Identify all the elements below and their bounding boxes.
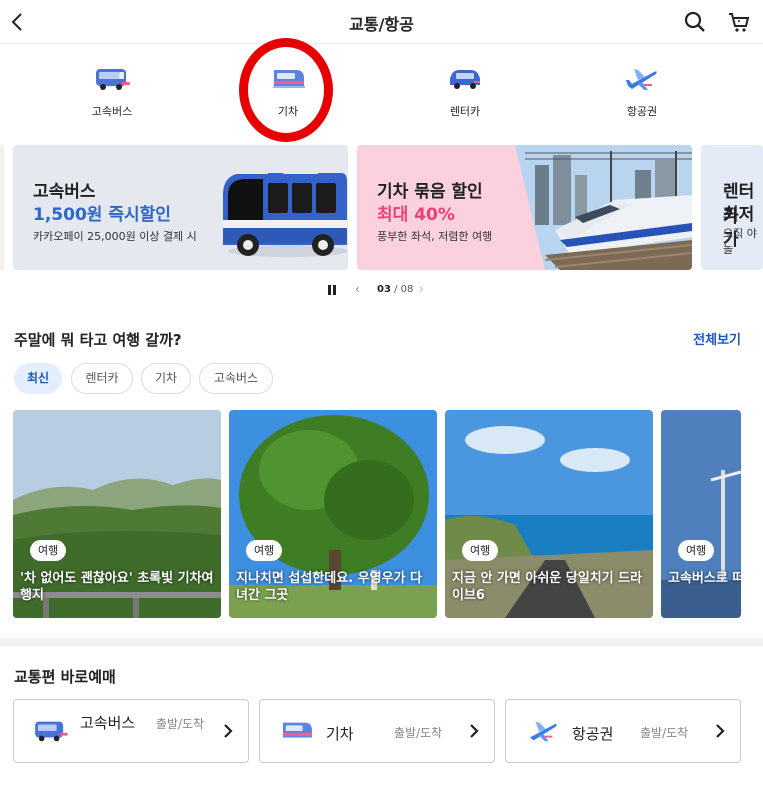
quick-booking-train[interactable]: 기차 출발/도착 [259,699,495,763]
quick-booking-name: 기차 [326,725,354,743]
search-icon[interactable] [683,10,707,34]
header: 교통/항공 [0,0,763,44]
banner-description: 카카오페이 25,000원 이상 결제 시 [33,230,197,243]
category-label: 기차 [277,105,299,118]
banner-edge-left [0,145,4,270]
airplane-icon [626,69,657,90]
banner-description: 풍부한 좌석, 저렴한 여행 [377,230,493,243]
category-rental-car[interactable]: 렌터카 [420,64,510,122]
train-photo [515,145,692,270]
banner-title: 고속버스 [33,182,96,202]
chevron-right-icon[interactable]: › [419,282,424,296]
article-card[interactable]: 여행 '차 없어도 괜찮아요' 초록빛 기차여행지 [13,410,221,618]
banner-highlight: 1,500원 즉시할인 [33,205,171,225]
article-card[interactable]: 여행 지나치면 섭섭한데요. 우영우가 다녀간 그곳 [229,410,437,618]
category-airplane[interactable]: 항공권 [597,64,687,122]
pager-total: 08 [400,284,414,295]
category-label: 항공권 [626,105,658,118]
chevron-right-icon [716,724,725,738]
banner-rental-car[interactable]: 렌터카 최저가 오직 야놀 [701,145,763,270]
pager-count: 03 / 08 [377,284,413,295]
chevron-right-icon [224,724,233,738]
quick-booking-bus[interactable]: 고속버스 출발/도착 [13,699,249,763]
category-label: 렌터카 [449,105,481,118]
card-title: 지나치면 섭섭한데요. 우영우가 다녀간 그곳 [236,571,422,603]
train-icon [273,70,305,88]
card-tag: 여행 [678,540,715,561]
banner-highlight: 최대 40% [377,205,455,225]
banner-title: 기차 묶음 할인 [377,182,483,202]
card-tag: 여행 [462,540,499,561]
bus-icon [96,69,130,90]
card-tag: 여행 [246,540,283,561]
quick-booking-name: 항공권 [572,725,614,743]
rental-car-icon [450,70,480,89]
section-divider [0,638,763,646]
article-card[interactable]: 여행 지금 안 가면 아쉬운 당일치기 드라이브6 [445,410,653,618]
banner-description: 오직 야놀 [723,227,757,256]
card-title: 지금 안 가면 아쉬운 당일치기 드라이브6 [452,571,643,603]
cart-icon[interactable] [727,10,751,34]
chip-latest[interactable]: 최신 [14,363,62,394]
card-title: 고속버스로 떠나는 여름 여행지 [668,571,741,586]
banner-bus[interactable]: 고속버스 1,500원 즉시할인 카카오페이 25,000원 이상 결제 시 [13,145,348,270]
quick-booking-sub: 출발/도착 [155,717,205,731]
category-train[interactable]: 기차 [243,64,333,122]
category-label: 고속버스 [91,105,133,118]
category-bus[interactable]: 고속버스 [67,64,157,122]
page-title: 교통/항공 [349,15,414,34]
airplane-icon [529,721,557,742]
quick-booking-sub: 출발/도착 [640,726,689,740]
chevron-left-icon[interactable]: ‹ [355,282,360,296]
chip-train[interactable]: 기차 [141,363,191,394]
chip-bus[interactable]: 고속버스 [199,363,273,394]
see-all-link[interactable]: 전체보기 [693,329,741,348]
pause-icon[interactable] [328,285,337,295]
chip-rental-car[interactable]: 렌터카 [71,363,133,394]
chevron-right-icon [470,724,479,738]
pager-current: 03 [377,284,391,295]
quick-booking-name: 고속버스 [80,714,136,732]
pager-separator: / [390,284,401,295]
banner-train[interactable]: 기차 묶음 할인 최대 40% 풍부한 좌석, 저렴한 여행 [357,145,692,270]
card-tag: 여행 [30,540,67,561]
section-title: 주말에 뭐 타고 여행 갈까? [14,331,182,349]
bus-icon [35,721,68,742]
card-title: '차 없어도 괜찮아요' 초록빛 기차여행지 [20,571,214,603]
article-card[interactable]: 여행 고속버스로 떠나는 여름 여행지 [661,410,741,618]
quick-booking-title: 교통편 바로예매 [14,668,116,686]
quick-booking-airplane[interactable]: 항공권 출발/도착 [505,699,741,763]
quick-booking-sub: 출발/도착 [394,726,443,740]
train-icon [283,722,312,738]
bus-illustration [223,169,348,257]
